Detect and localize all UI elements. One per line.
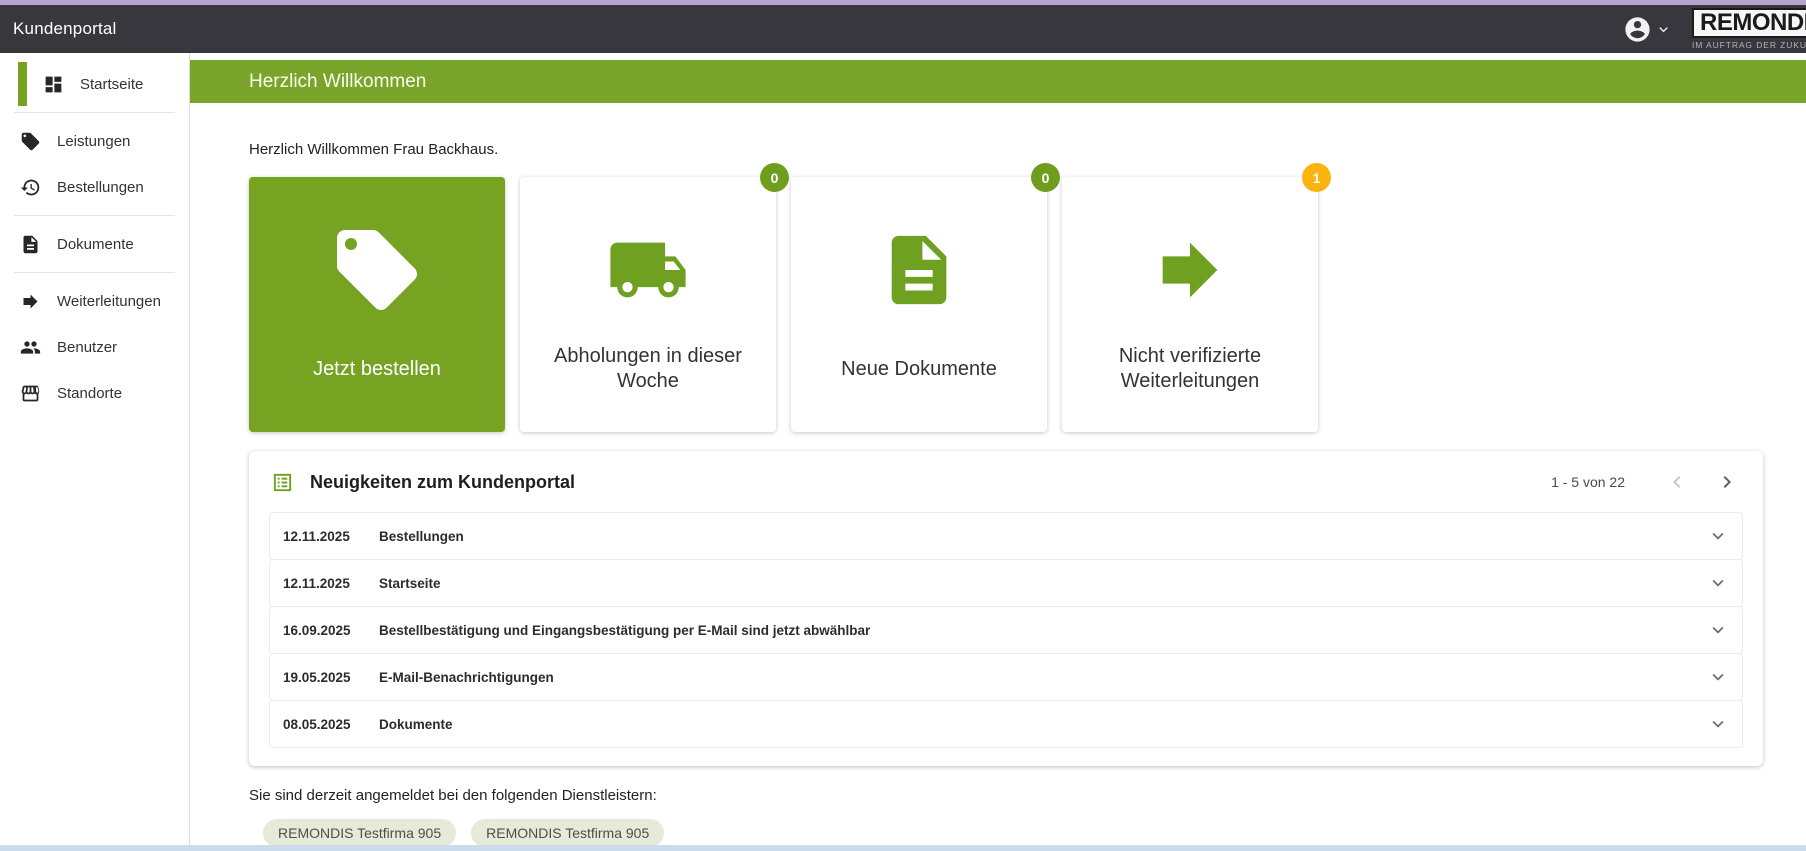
card-label: Abholungen in dieser Woche — [520, 337, 776, 401]
document-icon — [878, 203, 960, 337]
remondis-logo: REMONDIS IM AUFTRAG DER ZUKUNFT — [1692, 8, 1806, 50]
chevron-down-icon[interactable] — [1707, 619, 1729, 641]
chevron-down-icon[interactable] — [1707, 525, 1729, 547]
sidebar-item-label: Standorte — [57, 385, 122, 402]
avatar-icon — [1623, 15, 1652, 44]
chevron-down-icon[interactable] — [1707, 713, 1729, 735]
logo-tagline: IM AUFTRAG DER ZUKUNFT — [1692, 40, 1806, 50]
news-row-date: 12.11.2025 — [283, 576, 361, 591]
news-row-title: Bestellungen — [379, 529, 1707, 544]
dashboard-cards: Jetzt bestellen 0 Abholungen in dieser W… — [249, 177, 1806, 432]
chevron-down-icon[interactable] — [1707, 666, 1729, 688]
news-list: 12.11.2025 Bestellungen 12.11.2025 Start… — [269, 512, 1743, 748]
card-abholungen[interactable]: 0 Abholungen in dieser Woche — [520, 177, 776, 432]
arrow-right-icon — [20, 291, 41, 312]
news-row-title: Startseite — [379, 576, 1707, 591]
providers-text: Sie sind derzeit angemeldet bei den folg… — [249, 787, 1806, 804]
card-neue-dokumente[interactable]: 0 Neue Dokumente — [791, 177, 1047, 432]
provider-chip: REMONDIS Testfirma 905 — [263, 819, 456, 847]
news-row-title: Bestellbestätigung und Eingangsbestätigu… — [379, 623, 1707, 638]
card-badge: 1 — [1302, 163, 1331, 192]
news-row[interactable]: 16.09.2025 Bestellbestätigung und Eingan… — [269, 606, 1743, 654]
sidebar-item-leistungen[interactable]: Leistungen — [0, 118, 189, 164]
card-label: Jetzt bestellen — [295, 337, 459, 401]
news-row-title: E-Mail-Benachrichtigungen — [379, 670, 1707, 685]
news-title: Neuigkeiten zum Kundenportal — [310, 472, 575, 493]
card-label: Neue Dokumente — [823, 337, 1015, 401]
dashboard-icon — [43, 74, 64, 95]
provider-chip: REMONDIS Testfirma 905 — [471, 819, 664, 847]
news-row[interactable]: 08.05.2025 Dokumente — [269, 700, 1743, 748]
news-header: Neuigkeiten zum Kundenportal 1 - 5 von 2… — [249, 451, 1763, 513]
document-icon — [20, 234, 41, 255]
sidebar-item-benutzer[interactable]: Benutzer — [0, 324, 189, 370]
welcome-banner: Herzlich Willkommen — [190, 60, 1806, 103]
sidebar-item-label: Bestellungen — [57, 179, 144, 196]
sidebar-item-weiterleitungen[interactable]: Weiterleitungen — [0, 278, 189, 324]
users-icon — [20, 337, 41, 358]
sidebar-item-standorte[interactable]: Standorte — [0, 370, 189, 416]
logo-wordmark: REMONDIS — [1692, 8, 1806, 38]
chevron-down-icon[interactable] — [1707, 572, 1729, 594]
provider-chips: REMONDIS Testfirma 905 REMONDIS Testfirm… — [263, 819, 1806, 847]
main-content: Herzlich Willkommen Herzlich Willkommen … — [190, 53, 1806, 851]
list-icon — [271, 471, 294, 494]
app-title: Kundenportal — [13, 19, 117, 39]
sidebar-item-startseite[interactable]: Startseite — [0, 61, 189, 107]
tag-icon — [329, 203, 425, 337]
storefront-icon — [20, 383, 41, 404]
sidebar-divider — [14, 272, 175, 273]
sidebar-divider — [14, 215, 175, 216]
news-pagination: 1 - 5 von 22 — [1551, 474, 1625, 490]
card-badge: 0 — [1031, 163, 1060, 192]
news-row[interactable]: 12.11.2025 Startseite — [269, 559, 1743, 607]
sidebar-item-label: Dokumente — [57, 236, 134, 253]
arrow-right-icon — [1149, 203, 1231, 337]
pagination-next-button[interactable] — [1715, 470, 1739, 494]
card-jetzt-bestellen[interactable]: Jetzt bestellen — [249, 177, 505, 432]
bottom-strip — [0, 845, 1806, 851]
sidebar-item-dokumente[interactable]: Dokumente — [0, 221, 189, 267]
sidebar: Startseite Leistungen Bestellungen Dokum… — [0, 53, 190, 851]
news-row-date: 16.09.2025 — [283, 623, 361, 638]
news-panel: Neuigkeiten zum Kundenportal 1 - 5 von 2… — [249, 451, 1763, 766]
card-label: Nicht verifizierte Weiterleitungen — [1062, 337, 1318, 401]
chevron-down-icon — [1655, 21, 1672, 38]
card-weiterleitungen[interactable]: 1 Nicht verifizierte Weiterleitungen — [1062, 177, 1318, 432]
news-row-date: 12.11.2025 — [283, 529, 361, 544]
card-badge: 0 — [760, 163, 789, 192]
sidebar-item-label: Weiterleitungen — [57, 293, 161, 310]
news-row[interactable]: 12.11.2025 Bestellungen — [269, 512, 1743, 560]
account-button[interactable] — [1623, 15, 1672, 44]
pagination-prev-button[interactable] — [1665, 470, 1689, 494]
news-row-date: 19.05.2025 — [283, 670, 361, 685]
truck-icon — [607, 203, 689, 337]
history-icon — [20, 177, 41, 198]
page-title: Herzlich Willkommen — [249, 71, 426, 93]
sidebar-item-label: Benutzer — [57, 339, 117, 356]
sidebar-item-bestellungen[interactable]: Bestellungen — [0, 164, 189, 210]
news-row-date: 08.05.2025 — [283, 717, 361, 732]
app-bar: Kundenportal REMONDIS IM AUFTRAG DER ZUK… — [0, 5, 1806, 53]
news-row-title: Dokumente — [379, 717, 1707, 732]
tag-icon — [20, 131, 41, 152]
welcome-text: Herzlich Willkommen Frau Backhaus. — [249, 141, 1806, 158]
sidebar-item-label: Leistungen — [57, 133, 130, 150]
news-row[interactable]: 19.05.2025 E-Mail-Benachrichtigungen — [269, 653, 1743, 701]
sidebar-divider — [14, 112, 175, 113]
sidebar-item-label: Startseite — [80, 76, 143, 93]
